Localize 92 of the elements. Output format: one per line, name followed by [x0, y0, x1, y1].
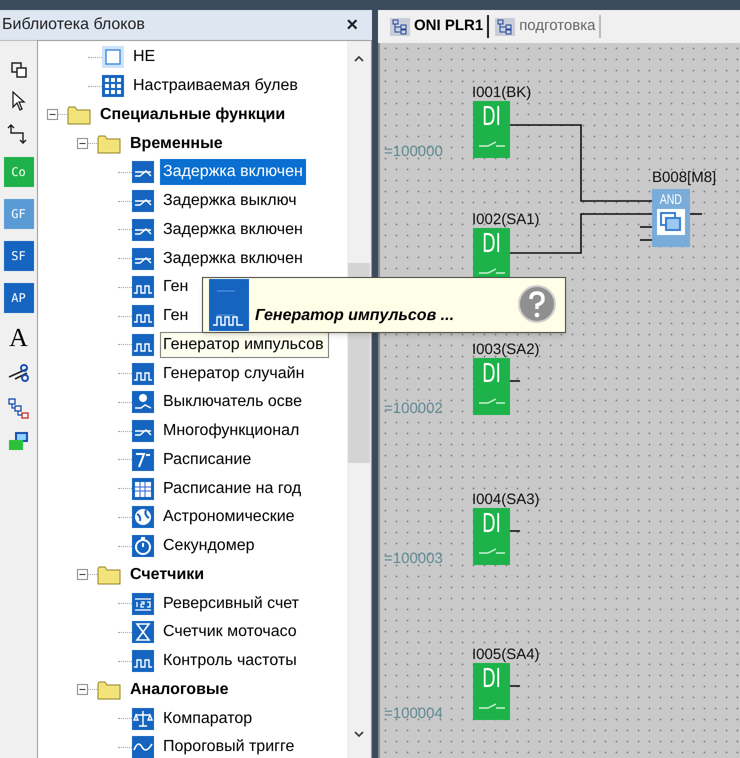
contact-icon	[478, 139, 506, 149]
block-label[interactable]: Астрономические	[160, 504, 298, 530]
folder-icon	[97, 134, 121, 154]
address-label: =100003	[384, 549, 443, 569]
block-icon	[132, 190, 154, 212]
block-label[interactable]: Многофункционал	[160, 418, 302, 444]
block-label[interactable]: Ген	[160, 303, 192, 330]
wire	[510, 685, 520, 687]
block-icon	[102, 46, 124, 68]
block-label[interactable]: НЕ	[130, 44, 158, 70]
block-label[interactable]: Задержка выключ	[160, 188, 300, 214]
block-id: I001(BK)	[472, 83, 532, 103]
block-icon	[132, 621, 154, 644]
block-label[interactable]: Настраиваемая булев	[130, 73, 301, 100]
block-icon	[132, 708, 154, 730]
address-label: =100004	[384, 704, 443, 724]
diagram-icon	[495, 18, 516, 36]
help-icon[interactable]	[517, 284, 557, 324]
folder-label[interactable]: Аналоговые	[130, 678, 228, 702]
scissors-icon[interactable]	[6, 363, 30, 385]
block-label[interactable]: Задержка включен	[160, 246, 306, 272]
toolbar-badge[interactable]: AP	[4, 283, 34, 313]
folder-icon	[97, 680, 121, 700]
monitor-icon[interactable]	[8, 431, 30, 451]
address-label: =100000	[384, 142, 443, 162]
block-icon	[132, 362, 154, 385]
network-icon[interactable]	[8, 397, 30, 419]
expander-icon[interactable]	[77, 138, 88, 150]
diagram-tab[interactable]: подготовка	[495, 15, 602, 38]
block-icon	[132, 334, 154, 356]
folder-label[interactable]: Специальные функции	[100, 102, 286, 127]
diagram-icon	[390, 18, 410, 36]
overlap-icon[interactable]	[10, 61, 28, 79]
block-label[interactable]: Компаратор	[160, 706, 256, 732]
block-label[interactable]: Генератор импульсов	[160, 332, 329, 358]
block-icon	[132, 448, 154, 471]
block-id: B008[M8]	[652, 168, 716, 188]
block-icon	[132, 592, 154, 615]
block-icon	[132, 305, 154, 328]
scroll-up-icon[interactable]	[353, 55, 365, 63]
block-label[interactable]: Счетчик моточасо	[160, 619, 300, 646]
folder-label[interactable]: Временные	[130, 132, 223, 156]
block-label[interactable]: Задержка включен	[160, 159, 306, 186]
folder-label[interactable]: Счетчики	[130, 562, 204, 587]
block-id: I004(SA3)	[472, 490, 540, 510]
folder-icon	[97, 564, 121, 585]
expander-icon[interactable]	[77, 569, 88, 580]
block-icon	[132, 218, 154, 241]
block-label[interactable]: Расписание на год	[160, 476, 304, 502]
scroll-down-icon[interactable]	[353, 730, 365, 738]
close-button[interactable]: ×	[346, 15, 358, 35]
pulse-generator-icon	[209, 279, 249, 331]
folder-icon	[67, 104, 91, 125]
panel-title: Библиотека блоков	[2, 15, 145, 35]
block-icon	[132, 391, 154, 414]
contact-icon	[478, 266, 506, 276]
contact-icon	[478, 546, 506, 556]
block-id: I005(SA4)	[472, 645, 540, 665]
block-label[interactable]: Секундомер	[160, 533, 258, 560]
address-label: =100002	[384, 399, 443, 419]
overlap-icon	[657, 209, 685, 235]
contact-icon	[478, 396, 506, 406]
block-id: I003(SA2)	[472, 340, 540, 360]
block-icon	[132, 478, 154, 500]
block-icon	[132, 650, 154, 672]
block-label[interactable]: Контроль частоты	[160, 648, 300, 674]
block-label[interactable]: Расписание	[160, 446, 254, 473]
block-label[interactable]: Ген	[160, 274, 192, 300]
wire	[510, 380, 520, 382]
contact-icon	[478, 701, 506, 711]
block-icon	[132, 420, 154, 442]
block-icon	[132, 506, 154, 528]
block-icon	[132, 535, 154, 558]
text-tool[interactable]: A	[9, 325, 28, 351]
diagram-tab[interactable]: ONI PLR1	[390, 15, 490, 38]
block-label[interactable]: Задержка включен	[160, 216, 306, 243]
block-icon	[102, 75, 124, 98]
wire	[690, 213, 702, 215]
block-label[interactable]: Выключатель осве	[160, 389, 305, 416]
block-icon	[132, 248, 154, 270]
block-label[interactable]: Генератор случайн	[160, 360, 308, 387]
pointer-icon[interactable]	[10, 91, 26, 111]
wire	[510, 530, 520, 532]
block-icon	[132, 161, 154, 184]
block-icon	[132, 276, 154, 298]
block-label[interactable]: Реверсивный счет	[160, 590, 302, 617]
expander-icon[interactable]	[47, 109, 58, 120]
tooltip-text: Генератор импульсов ...	[255, 306, 454, 326]
expander-icon[interactable]	[77, 684, 88, 696]
block-id: I002(SA1)	[472, 210, 540, 230]
block-label[interactable]: Пороговый тригге	[160, 734, 298, 758]
toolbar-badge[interactable]: SF	[4, 241, 34, 271]
